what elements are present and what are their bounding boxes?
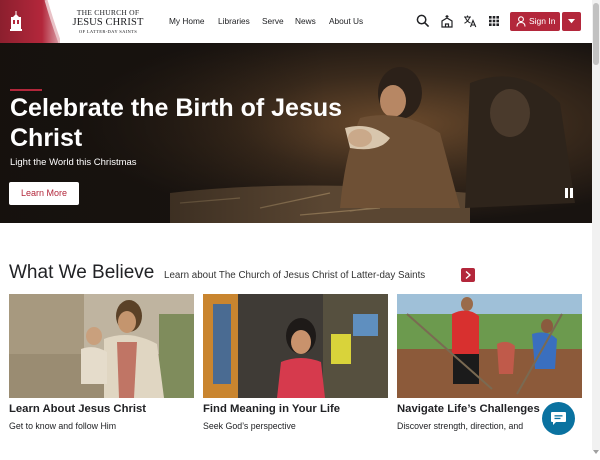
- card-title-jesus[interactable]: Learn About Jesus Christ: [9, 403, 146, 415]
- card-image-challenges[interactable]: [397, 294, 582, 398]
- logo-emblem[interactable]: [0, 0, 60, 43]
- chevron-right-icon: [465, 271, 471, 279]
- card-image-jesus[interactable]: [9, 294, 194, 398]
- logo-line1: THE CHURCH OF: [76, 8, 140, 17]
- scrollbar-thumb[interactable]: [593, 3, 599, 65]
- nav-news[interactable]: News: [295, 16, 316, 26]
- card-subtitle-jesus: Get to know and follow Him: [9, 421, 117, 431]
- nav-about-us[interactable]: About Us: [329, 16, 363, 26]
- card-image-meaning[interactable]: [203, 294, 388, 398]
- about-church-arrow-button[interactable]: [461, 268, 475, 282]
- pause-icon[interactable]: [560, 184, 578, 202]
- about-church-link[interactable]: Learn about The Church of Jesus Christ o…: [164, 270, 425, 281]
- chevron-down-icon: [568, 19, 575, 24]
- card-title-challenges[interactable]: Navigate Life’s Challenges: [397, 403, 540, 415]
- learn-more-button[interactable]: Learn More: [9, 182, 79, 205]
- user-icon: [516, 16, 526, 27]
- apps-grid-icon[interactable]: [487, 14, 501, 28]
- card-subtitle-meaning: Seek God’s perspective: [203, 421, 296, 431]
- chat-bubble-icon: [551, 412, 566, 425]
- sign-in-button[interactable]: Sign In: [510, 12, 560, 31]
- sign-in-dropdown-button[interactable]: [562, 12, 581, 31]
- hero-subtitle: Light the World this Christmas: [10, 157, 137, 168]
- church-icon[interactable]: [440, 14, 454, 28]
- chat-button[interactable]: [542, 402, 575, 435]
- card-subtitle-challenges: Discover strength, direction, and: [397, 421, 524, 431]
- search-icon[interactable]: [416, 14, 430, 28]
- scrollbar-track[interactable]: [592, 0, 600, 450]
- nav-my-home[interactable]: My Home: [169, 16, 205, 26]
- hero-title: Celebrate the Birth of Jesus Christ: [10, 94, 343, 152]
- section-title: What We Believe: [9, 262, 155, 283]
- hero-accent-rule: [10, 89, 42, 91]
- card-text-challenges: Navigate Life’s Challenges Discover stre…: [397, 400, 545, 450]
- nav-serve[interactable]: Serve: [262, 16, 284, 26]
- scroll-down-arrow-icon[interactable]: [593, 442, 599, 454]
- sign-in-label: Sign In: [529, 16, 556, 26]
- logo-wordmark[interactable]: THE CHURCH OF JESUS CHRIST OF LATTER-DAY…: [68, 9, 148, 35]
- card-title-meaning[interactable]: Find Meaning in Your Life: [203, 403, 340, 415]
- logo-line2: JESUS CHRIST: [72, 16, 144, 28]
- nav-libraries[interactable]: Libraries: [218, 16, 250, 26]
- logo-line3: OF LATTER-DAY SAINTS: [78, 29, 138, 35]
- translate-icon[interactable]: [463, 14, 477, 28]
